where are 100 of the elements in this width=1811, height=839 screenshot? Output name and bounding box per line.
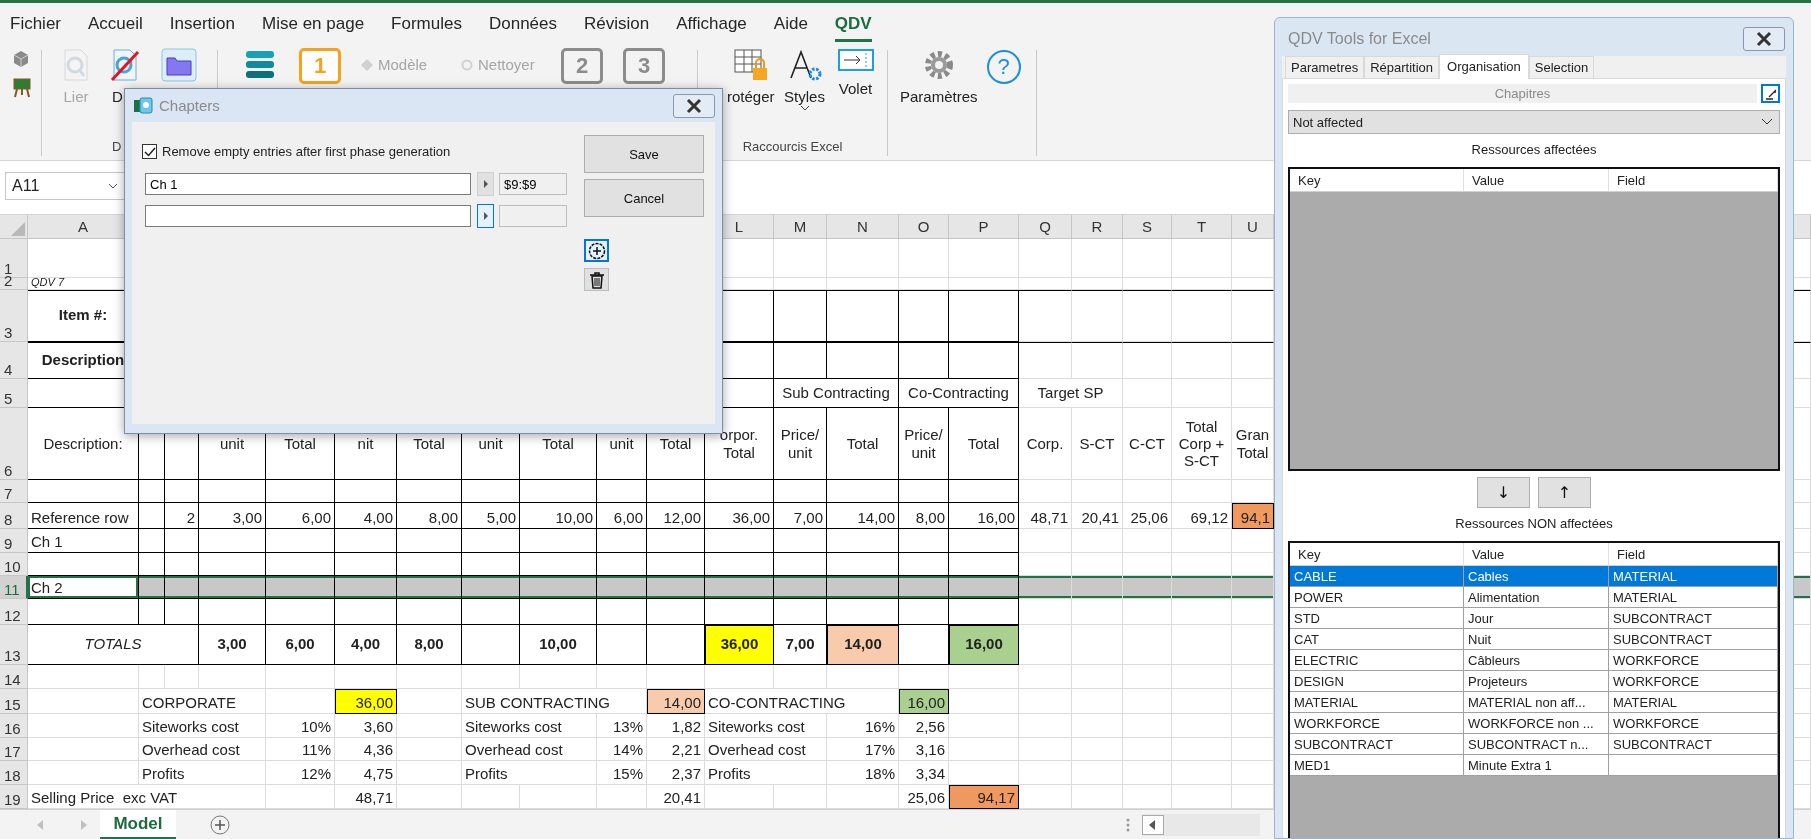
- arrow-button[interactable]: [477, 204, 494, 228]
- column-header[interactable]: Field: [1609, 543, 1778, 565]
- row-header[interactable]: 15: [0, 689, 28, 714]
- chapter-name-field[interactable]: [145, 205, 471, 227]
- list-row[interactable]: MED1 Minute Extra 1: [1290, 755, 1778, 776]
- tab[interactable]: Selection: [1528, 56, 1595, 78]
- cube-icon[interactable]: [12, 50, 30, 68]
- column-header[interactable]: Value: [1464, 543, 1609, 565]
- sheet-cell: [199, 576, 266, 599]
- close-button[interactable]: [673, 93, 715, 118]
- edit-button[interactable]: [1761, 84, 1780, 103]
- list-row[interactable]: SUBCONTRACT SUBCONTRACT n... SUBCONTRACT: [1290, 734, 1778, 755]
- list-row[interactable]: CAT Nuit SUBCONTRACT: [1290, 629, 1778, 650]
- row-header[interactable]: 17: [0, 738, 28, 761]
- menu-tab[interactable]: Données: [488, 14, 558, 42]
- column-header[interactable]: Key: [1290, 543, 1464, 565]
- list-row[interactable]: MATERIAL MATERIAL non aff... MATERIAL: [1290, 692, 1778, 713]
- checkbox[interactable]: [142, 144, 157, 159]
- row-header[interactable]: 11: [0, 576, 28, 599]
- dialog-button[interactable]: Cancel: [584, 179, 704, 217]
- row-header[interactable]: 9: [0, 529, 28, 553]
- column-header[interactable]: Key: [1290, 169, 1464, 191]
- row-header[interactable]: 4: [0, 342, 28, 379]
- range-field[interactable]: $9:$9: [499, 173, 567, 195]
- row-header[interactable]: 8: [0, 503, 28, 529]
- column-header[interactable]: Value: [1464, 169, 1609, 191]
- ribbon-button[interactable]: rotéger: [727, 48, 775, 105]
- menu-tab[interactable]: Aide: [773, 14, 808, 42]
- move-button[interactable]: ↑: [1538, 477, 1591, 508]
- column-header[interactable]: O: [899, 215, 949, 239]
- ribbon-button[interactable]: Volet: [834, 48, 877, 97]
- sheet-cell: [647, 576, 705, 599]
- row-header[interactable]: 19: [0, 785, 28, 809]
- list-row[interactable]: POWER Alimentation MATERIAL: [1290, 587, 1778, 608]
- sheet-cell: 36,00: [705, 625, 774, 665]
- menu-tab[interactable]: Révision: [584, 14, 650, 42]
- row-header[interactable]: 3: [0, 290, 28, 342]
- ribbon-button[interactable]: Paramètres: [900, 48, 978, 105]
- ribbon-button[interactable]: D: [108, 48, 150, 105]
- sheet-cell: [1072, 625, 1123, 665]
- row-header[interactable]: 16: [0, 714, 28, 738]
- folder-icon[interactable]: [161, 48, 197, 82]
- tab[interactable]: Répartition: [1364, 56, 1440, 78]
- easel-icon[interactable]: [12, 78, 32, 98]
- add-button[interactable]: [584, 239, 609, 262]
- row-header[interactable]: 13: [0, 625, 28, 665]
- column-header[interactable]: Field: [1609, 169, 1778, 191]
- range-field[interactable]: [499, 205, 567, 227]
- sheet-cell: Price/ unit: [899, 408, 949, 480]
- column-header[interactable]: M: [774, 215, 827, 239]
- sheet-cell: [899, 480, 949, 503]
- menu-tab[interactable]: Fichier: [10, 14, 61, 42]
- menu-tab[interactable]: Accueil: [88, 14, 143, 42]
- column-header[interactable]: N: [827, 215, 899, 239]
- row-header[interactable]: 7: [0, 480, 28, 503]
- row-header[interactable]: 12: [0, 599, 28, 625]
- move-button[interactable]: ↓: [1477, 477, 1530, 508]
- menu-tab[interactable]: Affichage: [676, 14, 747, 42]
- row-header[interactable]: 5: [0, 379, 28, 408]
- column-header[interactable]: Q: [1019, 215, 1072, 239]
- add-sheet-icon[interactable]: [210, 815, 230, 835]
- column-header[interactable]: S: [1123, 215, 1172, 239]
- close-button[interactable]: [1743, 27, 1785, 51]
- list-row[interactable]: ELECTRIC Câbleurs WORKFORCE: [1290, 650, 1778, 671]
- sheet-cell: [462, 480, 520, 503]
- column-header[interactable]: R: [1072, 215, 1123, 239]
- list-cell: STD: [1290, 608, 1464, 628]
- sheet-cell: [266, 480, 335, 503]
- delete-button[interactable]: [584, 268, 609, 291]
- row-header[interactable]: 14: [0, 665, 28, 689]
- row-header[interactable]: 6: [0, 408, 28, 480]
- list-row[interactable]: DESIGN Projeteurs WORKFORCE: [1290, 671, 1778, 692]
- triangle-icon: [482, 211, 489, 221]
- chapter-name-field[interactable]: Ch 1: [145, 173, 471, 195]
- menu-tab[interactable]: Mise en page: [262, 14, 365, 42]
- list-row[interactable]: CABLE Cables MATERIAL: [1290, 566, 1778, 587]
- sheet-cell: [1172, 761, 1232, 785]
- tab[interactable]: Organisation: [1439, 54, 1529, 79]
- tab[interactable]: Parametres: [1285, 56, 1365, 78]
- list-row[interactable]: STD Jour SUBCONTRACT: [1290, 608, 1778, 629]
- row-header[interactable]: 18: [0, 761, 28, 785]
- menu-tab[interactable]: Insertion: [169, 14, 236, 42]
- menu-tab[interactable]: Formules: [391, 14, 462, 42]
- list-row[interactable]: WORKFORCE WORKFORCE non ... WORKFORCE: [1290, 713, 1778, 734]
- sheet-tab[interactable]: Model: [100, 810, 176, 839]
- row-header[interactable]: 10: [0, 553, 28, 576]
- column-header[interactable]: T: [1172, 215, 1232, 239]
- sheet-cell: 20,41: [1072, 503, 1123, 529]
- menu-tab[interactable]: QDV: [834, 14, 872, 42]
- sheet-cell: [949, 480, 1019, 503]
- splitter-icon[interactable]: [1126, 817, 1130, 833]
- column-header[interactable]: U: [1232, 215, 1274, 239]
- dialog-button[interactable]: Save: [584, 135, 704, 173]
- ribbon-button[interactable]: Styles: [783, 48, 826, 111]
- row-header[interactable]: 2: [0, 278, 28, 290]
- column-header[interactable]: P: [949, 215, 1019, 239]
- horizontal-scrollbar[interactable]: [1142, 814, 1260, 836]
- sheet-cell: [1019, 599, 1072, 625]
- dropdown[interactable]: Not affected: [1288, 110, 1780, 134]
- sheet-cell: [705, 576, 774, 599]
